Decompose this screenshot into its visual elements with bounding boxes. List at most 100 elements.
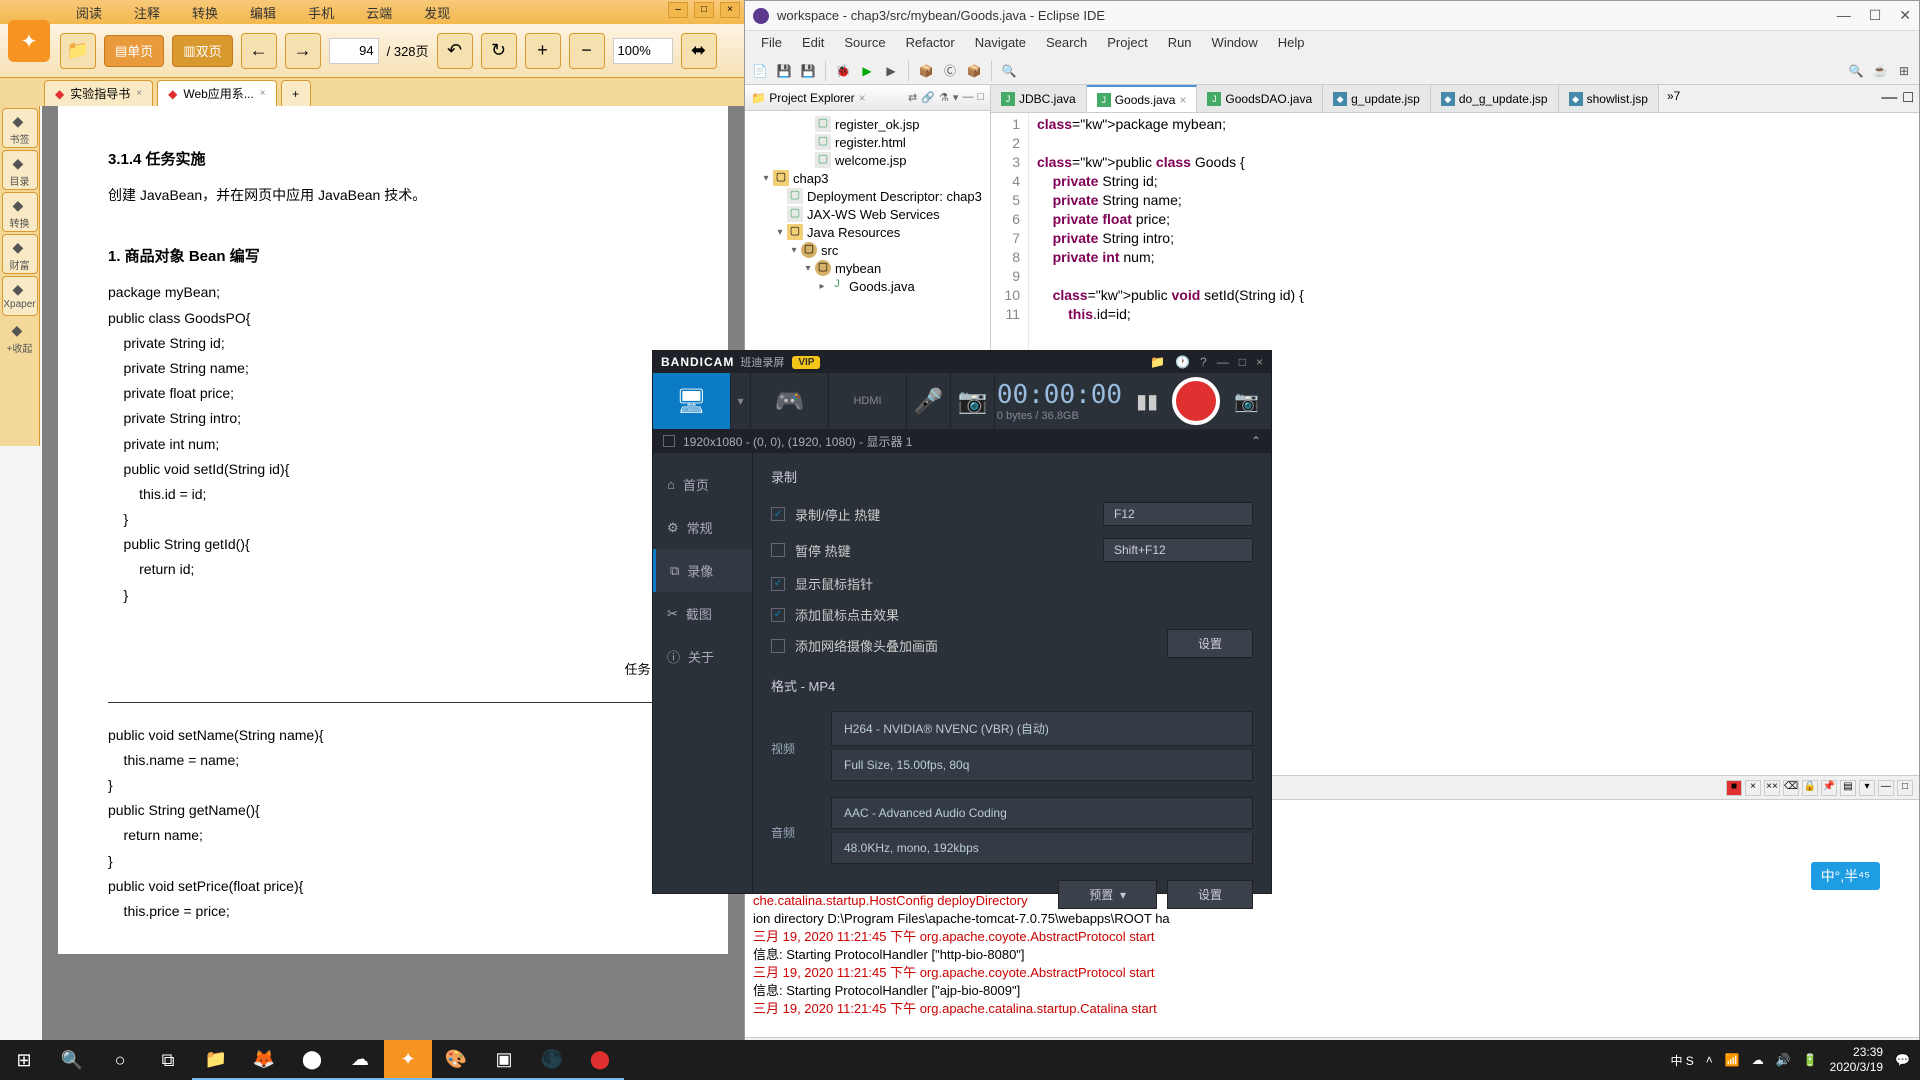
menu-window[interactable]: Window (1202, 31, 1268, 57)
ime-indicator[interactable]: 中°,半⁴⁵ (1811, 862, 1880, 890)
checkbox[interactable] (771, 577, 785, 591)
new-icon[interactable]: 📄 (749, 60, 771, 82)
debug-icon[interactable]: 🐞 (832, 60, 854, 82)
app-icon-3[interactable]: 🎨 (432, 1040, 480, 1080)
task-view-icon[interactable]: ⧉ (144, 1040, 192, 1080)
foxit-document-view[interactable]: 3.1.4 任务实施 创建 JavaBean，并在网页中应用 JavaBean … (42, 106, 744, 1048)
minimize-icon[interactable]: — (1837, 7, 1851, 24)
rotate-right-icon[interactable]: ↻ (481, 33, 517, 69)
tab-close-icon[interactable]: × (136, 88, 142, 99)
rotate-left-icon[interactable]: ↶ (437, 33, 473, 69)
terminal-icon[interactable]: ▣ (480, 1040, 528, 1080)
tree-item[interactable]: ▾▢src (745, 241, 990, 259)
sidebar-outline-icon[interactable]: 目录 (2, 150, 38, 190)
maximize-icon[interactable]: ☐ (1869, 7, 1882, 24)
sidebar-wealth-icon[interactable]: 财富 (2, 234, 38, 274)
menu-convert[interactable]: 转换 (176, 0, 234, 24)
new-package-icon[interactable]: 📦 (963, 60, 985, 82)
sidebar-item[interactable]: ⌂首页 (653, 463, 752, 506)
mode-dropdown-icon[interactable]: ▾ (731, 373, 751, 429)
link-icon[interactable]: 🔗 (921, 91, 935, 104)
cloud-icon[interactable]: ☁ (1752, 1053, 1764, 1067)
region-checkbox[interactable] (663, 435, 675, 447)
tab-goodsdao[interactable]: JGoodsDAO.java (1197, 85, 1323, 112)
foxit-taskbar-icon[interactable]: ✦ (384, 1040, 432, 1080)
double-page-button[interactable]: ▥ 双页 (172, 35, 232, 67)
menu-mobile[interactable]: 手机 (292, 0, 350, 24)
tree-item[interactable]: ▾▢mybean (745, 259, 990, 277)
menu-project[interactable]: Project (1097, 31, 1157, 57)
zoom-out-icon[interactable]: − (569, 33, 605, 69)
project-explorer-header[interactable]: 📁 Project Explorer × ⇄ 🔗 ⚗ ▾ — □ (745, 85, 990, 111)
new-class-icon[interactable]: Ⓒ (939, 60, 961, 82)
maximize-icon[interactable]: □ (694, 2, 714, 18)
run-last-icon[interactable]: ▶ (880, 60, 902, 82)
open-file-icon[interactable]: 📁 (60, 33, 96, 69)
nav-forward-icon[interactable]: → (285, 33, 321, 69)
start-button[interactable]: ⊞ (0, 1040, 48, 1080)
close-view-icon[interactable]: × (859, 91, 866, 105)
tab-showlist[interactable]: ◆showlist.jsp (1559, 85, 1659, 112)
maximize-icon[interactable]: □ (1239, 355, 1246, 369)
bandicam-taskbar-icon[interactable]: ⬤ (576, 1040, 624, 1080)
tab-close-icon[interactable]: × (260, 88, 266, 99)
menu-discover[interactable]: 发现 (408, 0, 466, 24)
screen-mode-icon[interactable]: 🖥 (653, 373, 731, 429)
webcam-icon[interactable]: 📷 (951, 373, 995, 429)
menu-file[interactable]: File (751, 31, 792, 57)
battery-icon[interactable]: 🔋 (1803, 1053, 1818, 1067)
expand-icon[interactable]: ⌃ (1251, 434, 1261, 448)
menu-edit[interactable]: 编辑 (234, 0, 292, 24)
foxit-logo-icon[interactable]: ✦ (8, 20, 50, 62)
checkbox[interactable] (771, 543, 785, 557)
display-icon[interactable]: ▤ (1840, 780, 1856, 796)
bandicam-window[interactable]: BANDICAM 班迪录屏 VIP 📁 🕐 ? — □ × 🖥 ▾ 🎮 HDMI… (652, 350, 1272, 894)
menu-read[interactable]: 阅读 (60, 0, 118, 24)
sidebar-item[interactable]: ✂截图 (653, 592, 752, 635)
tab-jdbc[interactable]: JJDBC.java (991, 85, 1087, 112)
tree-item[interactable]: ▢register_ok.jsp (745, 115, 990, 133)
explorer-icon[interactable]: 📁 (192, 1040, 240, 1080)
menu-edit[interactable]: Edit (792, 31, 834, 57)
terminate-icon[interactable]: ■ (1726, 780, 1742, 796)
app-icon-2[interactable]: ☁ (336, 1040, 384, 1080)
menu-source[interactable]: Source (834, 31, 895, 57)
new-server-icon[interactable]: 📦 (915, 60, 937, 82)
close-tab-icon[interactable]: × (1179, 93, 1186, 107)
device-mode-icon[interactable]: HDMI (829, 373, 907, 429)
tab-gupdate[interactable]: ◆g_update.jsp (1323, 85, 1431, 112)
menu-help[interactable]: Help (1268, 31, 1315, 57)
save-all-icon[interactable]: 💾 (797, 60, 819, 82)
sidebar-collapse-icon[interactable]: +收起 (2, 318, 38, 358)
menu-refactor[interactable]: Refactor (896, 31, 965, 57)
open-console-icon[interactable]: ▾ (1859, 780, 1875, 796)
preset-button[interactable]: 预置 ▾ (1058, 880, 1157, 909)
tree-item[interactable]: ▢register.html (745, 133, 990, 151)
record-button[interactable] (1172, 377, 1220, 425)
bandicam-title-bar[interactable]: BANDICAM 班迪录屏 VIP 📁 🕐 ? — □ × (653, 351, 1271, 373)
minimize-editor-icon[interactable]: — (1881, 89, 1897, 108)
more-tabs-indicator[interactable]: »7 (1659, 85, 1688, 112)
close-icon[interactable]: ✕ (1899, 7, 1911, 24)
firefox-icon[interactable]: 🦊 (240, 1040, 288, 1080)
sidebar-xpaper-icon[interactable]: Xpaper (2, 276, 38, 316)
minimize-view-icon[interactable]: — (962, 91, 973, 104)
menu-cloud[interactable]: 云端 (350, 0, 408, 24)
sidebar-convert-icon[interactable]: 转换 (2, 192, 38, 232)
tree-item[interactable]: ▾▢Java Resources (745, 223, 990, 241)
scroll-lock-icon[interactable]: 🔒 (1802, 780, 1818, 796)
tree-item[interactable]: ▸JGoods.java (745, 277, 990, 295)
eclipse-title-bar[interactable]: workspace - chap3/src/mybean/Goods.java … (745, 1, 1919, 31)
tray-up-icon[interactable]: ˄ (1706, 1053, 1713, 1067)
maximize-view-icon[interactable]: □ (977, 91, 984, 104)
game-mode-icon[interactable]: 🎮 (751, 373, 829, 429)
remove-launch-icon[interactable]: × (1745, 780, 1761, 796)
tree-item[interactable]: ▢welcome.jsp (745, 151, 990, 169)
checkbox[interactable] (771, 507, 785, 521)
tree-item[interactable]: ▾▢chap3 (745, 169, 990, 187)
screenshot-icon[interactable]: 📷 (1234, 389, 1259, 414)
fit-width-icon[interactable]: ⬌ (681, 33, 717, 69)
tree-item[interactable]: ▢Deployment Descriptor: chap3 (745, 187, 990, 205)
sidebar-item[interactable]: ⚙常规 (653, 506, 752, 549)
notifications-icon[interactable]: 💬 (1895, 1053, 1910, 1067)
